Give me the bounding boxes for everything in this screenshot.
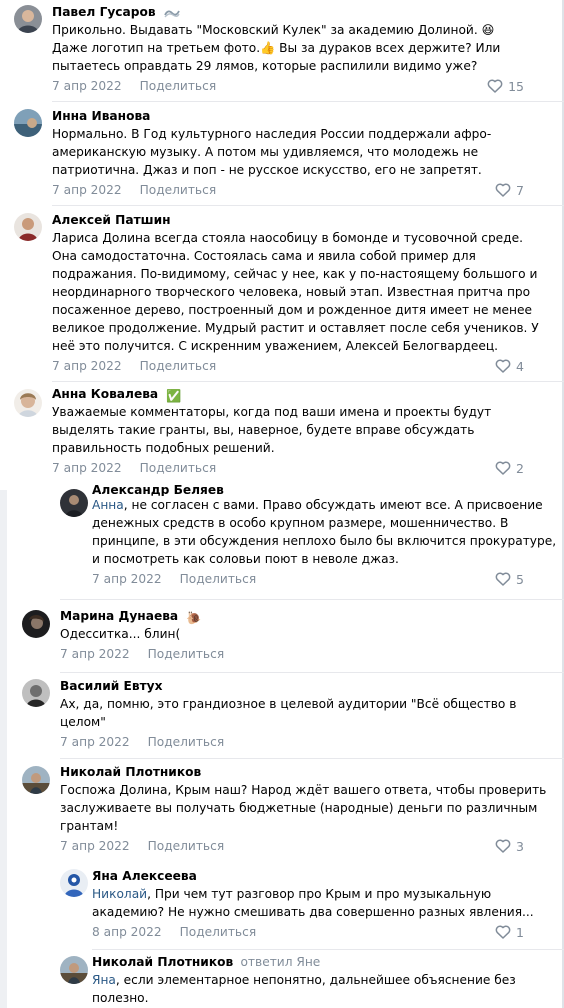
- share-link[interactable]: Поделиться: [140, 183, 217, 197]
- comment-text: Нормально. В Год культурного наследия Ро…: [52, 127, 492, 177]
- avatar[interactable]: [22, 610, 50, 638]
- avatar[interactable]: [60, 956, 88, 984]
- mention-link[interactable]: Анна: [92, 498, 124, 512]
- divider: [52, 205, 564, 206]
- avatar-image: [14, 109, 42, 137]
- avatar-image: [22, 679, 50, 707]
- comment-text: Лариса Долина всегда стояла наособицу в …: [52, 231, 539, 353]
- share-link[interactable]: Поделиться: [140, 359, 217, 373]
- avatar-image: [60, 956, 88, 984]
- comment-date[interactable]: 7 апр 2022: [52, 79, 122, 93]
- heart-icon: [495, 839, 511, 853]
- divider: [60, 599, 564, 600]
- heart-icon: [495, 925, 511, 939]
- comment-text: Госпожа Долина, Крым наш? Народ ждёт ваш…: [60, 783, 547, 833]
- share-link[interactable]: Поделиться: [140, 79, 217, 93]
- comment-date[interactable]: 7 апр 2022: [60, 647, 130, 661]
- comment-date[interactable]: 8 апр 2022: [92, 925, 162, 939]
- avatar[interactable]: [14, 109, 42, 137]
- check-badge-icon: ✅: [166, 389, 182, 403]
- divider: [92, 949, 564, 950]
- avatar[interactable]: [60, 869, 88, 897]
- like-count: 2: [516, 460, 524, 476]
- comment-text-body: , если элементарное непонятно, дальнейше…: [92, 973, 516, 1005]
- comment-text: Яна, если элементарное непонятно, дальне…: [92, 971, 564, 1007]
- like-button[interactable]: 1: [495, 923, 524, 941]
- avatar[interactable]: [60, 489, 88, 517]
- heart-icon: [495, 572, 511, 586]
- share-link[interactable]: Поделиться: [148, 735, 225, 749]
- author-name[interactable]: Александр Беляев: [92, 484, 224, 496]
- author-name[interactable]: Анна Ковалева: [52, 387, 158, 401]
- avatar-image: [22, 766, 50, 794]
- author-name[interactable]: Марина Дунаева: [60, 609, 178, 623]
- like-button[interactable]: 15: [487, 77, 524, 95]
- avatar[interactable]: [22, 766, 50, 794]
- avatar[interactable]: [14, 213, 42, 241]
- like-count: 7: [516, 182, 524, 198]
- avatar-image: [22, 610, 50, 638]
- divider: [60, 672, 564, 673]
- share-link[interactable]: Поделиться: [180, 925, 257, 939]
- author-name[interactable]: Павел Гусаров: [52, 5, 156, 19]
- share-link[interactable]: Поделиться: [148, 839, 225, 853]
- like-button[interactable]: 3: [495, 837, 524, 855]
- share-link[interactable]: Поделиться: [148, 647, 225, 661]
- comment-text-body: , не согласен с вами. Право обсуждать им…: [92, 498, 557, 566]
- comment-text: Ах, да, помню, это грандиозное в целевой…: [60, 697, 517, 729]
- comment-date[interactable]: 7 апр 2022: [52, 461, 122, 475]
- avatar[interactable]: [22, 679, 50, 707]
- comment-text: Уважаемые комментаторы, когда под ваши и…: [52, 405, 492, 455]
- avatar-image: [60, 869, 88, 897]
- author-name[interactable]: Алексей Патшин: [52, 213, 171, 227]
- comment-date[interactable]: 7 апр 2022: [92, 572, 162, 586]
- comment-text: Николай, При чем тут разговор про Крым и…: [92, 885, 564, 921]
- heart-icon: [487, 79, 503, 93]
- comment-text: Анна, не согласен с вами. Право обсуждат…: [92, 496, 564, 568]
- heart-icon: [495, 183, 511, 197]
- wave-badge-icon: [163, 6, 180, 22]
- mention-link[interactable]: Николай: [92, 887, 147, 901]
- author-name[interactable]: Инна Иванова: [52, 109, 150, 123]
- comment-text-body: , При чем тут разговор про Крым и про му…: [92, 887, 534, 919]
- comment-date[interactable]: 7 апр 2022: [60, 735, 130, 749]
- divider: [60, 758, 564, 759]
- snail-badge-icon: 🐌: [186, 611, 202, 625]
- avatar[interactable]: [14, 5, 42, 33]
- heart-icon: [495, 461, 511, 475]
- share-link[interactable]: Поделиться: [140, 461, 217, 475]
- like-button[interactable]: 7: [495, 181, 524, 199]
- like-button[interactable]: 5: [495, 570, 524, 588]
- divider: [52, 381, 564, 382]
- comments-feed: Павел Гусаров Прикольно. Выдавать "Моско…: [0, 0, 564, 1008]
- like-button[interactable]: 4: [495, 357, 524, 375]
- like-count: 15: [508, 78, 524, 94]
- comment-text: Прикольно. Выдавать "Московский Кулек" з…: [52, 23, 501, 73]
- mention-link[interactable]: Яна: [92, 973, 116, 987]
- like-count: 1: [516, 924, 524, 940]
- replied-to-link[interactable]: ответил Яне: [240, 955, 320, 969]
- avatar-image: [14, 5, 42, 33]
- like-button[interactable]: 2: [495, 459, 524, 477]
- author-name[interactable]: Николай Плотников: [60, 765, 201, 779]
- comment-date[interactable]: 7 апр 2022: [52, 183, 122, 197]
- avatar-image: [14, 389, 42, 417]
- avatar[interactable]: [14, 389, 42, 417]
- author-name[interactable]: Яна Алексеева: [92, 869, 197, 883]
- avatar-image: [14, 213, 42, 241]
- author-name[interactable]: Николай Плотников: [92, 955, 233, 969]
- author-name[interactable]: Василий Евтух: [60, 679, 162, 693]
- share-link[interactable]: Поделиться: [180, 572, 257, 586]
- like-count: 3: [516, 838, 524, 854]
- avatar-image: [60, 489, 88, 517]
- thread-indent-gutter: [0, 490, 7, 1008]
- heart-icon: [495, 359, 511, 373]
- comment-text: Одесситка... блин(: [60, 627, 181, 641]
- comment-date[interactable]: 7 апр 2022: [52, 359, 122, 373]
- divider: [52, 101, 564, 102]
- like-count: 5: [516, 571, 524, 587]
- comment-date[interactable]: 7 апр 2022: [60, 839, 130, 853]
- like-count: 4: [516, 358, 524, 374]
